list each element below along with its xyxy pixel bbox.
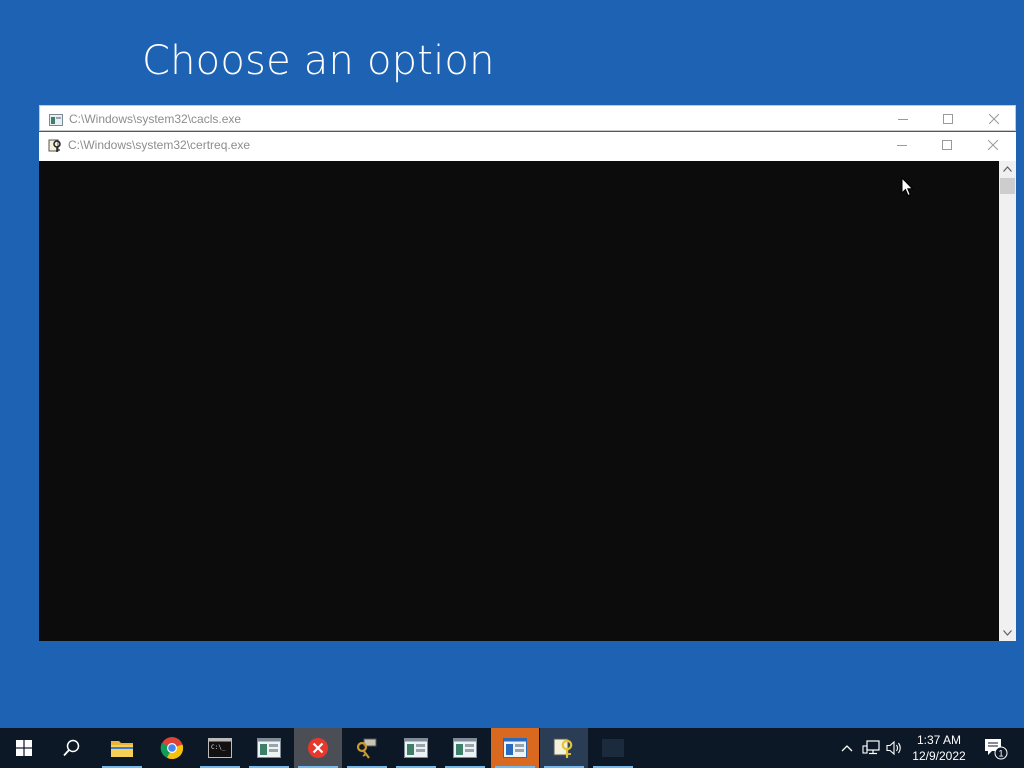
- console-window-icon: [453, 738, 477, 758]
- taskbar-blank-window[interactable]: [589, 728, 637, 768]
- taskbar-key-tool[interactable]: [343, 728, 391, 768]
- maximize-button[interactable]: [925, 106, 971, 132]
- start-button[interactable]: [0, 728, 48, 768]
- scroll-down-arrow-icon[interactable]: [999, 625, 1016, 641]
- console-window-icon: [257, 738, 281, 758]
- cacls-window[interactable]: C:\Windows\system32\cacls.exe: [39, 105, 1016, 131]
- certreq-titlebar[interactable]: C:\Windows\system32\certreq.exe: [39, 132, 1016, 158]
- blank-window-icon: [602, 739, 624, 757]
- vertical-scrollbar[interactable]: [999, 161, 1016, 641]
- scroll-up-arrow-icon[interactable]: [999, 161, 1016, 177]
- cacls-titlebar[interactable]: C:\Windows\system32\cacls.exe: [40, 106, 1015, 132]
- speaker-icon: [886, 740, 901, 756]
- minimize-button[interactable]: [880, 106, 926, 132]
- taskbar-error-app[interactable]: [294, 728, 342, 768]
- certreq-window[interactable]: C:\Windows\system32\certreq.exe: [39, 132, 1016, 641]
- scrollbar-thumb[interactable]: [1000, 178, 1015, 194]
- search-button[interactable]: [48, 728, 96, 768]
- console-window-icon: [49, 112, 63, 126]
- close-button[interactable]: [970, 132, 1016, 158]
- cacls-title: C:\Windows\system32\cacls.exe: [69, 112, 242, 126]
- network-icon: [862, 740, 880, 755]
- search-icon: [63, 739, 80, 757]
- start-icon: [16, 740, 32, 756]
- maximize-button[interactable]: [924, 132, 970, 158]
- volume-tray-button[interactable]: [884, 728, 906, 768]
- clock-time: 1:37 AM: [916, 733, 962, 747]
- taskbar-console-window-flashing[interactable]: [491, 728, 539, 768]
- taskbar-file-explorer[interactable]: [98, 728, 146, 768]
- taskbar: C:\_ 1:37 AM 12/9/2022 1: [0, 728, 1024, 768]
- system-clock[interactable]: 1:37 AM 12/9/2022: [908, 732, 970, 764]
- network-tray-button[interactable]: [860, 728, 882, 768]
- taskbar-console-window-3[interactable]: [441, 728, 489, 768]
- console-window-icon: [503, 738, 527, 758]
- close-button[interactable]: [971, 106, 1017, 132]
- chevron-up-icon: [841, 745, 853, 752]
- file-explorer-icon: [111, 741, 133, 757]
- console-window-icon: [404, 738, 428, 758]
- cert-key-icon: [553, 738, 573, 758]
- taskbar-command-prompt[interactable]: C:\_: [196, 728, 244, 768]
- taskbar-console-window-2[interactable]: [392, 728, 440, 768]
- action-center-button[interactable]: 1: [980, 728, 1010, 768]
- certreq-title: C:\Windows\system32\certreq.exe: [68, 138, 251, 152]
- page-heading: Choose an option: [142, 38, 495, 84]
- cmd-icon: C:\_: [208, 738, 232, 758]
- key-tool-icon: [356, 738, 377, 759]
- console-output-area[interactable]: [39, 161, 999, 641]
- error-x-icon: [308, 738, 328, 758]
- chrome-icon: [160, 737, 184, 760]
- taskbar-console-window[interactable]: [245, 728, 293, 768]
- taskbar-chrome[interactable]: [148, 728, 196, 768]
- svg-text:C:\_: C:\_: [211, 744, 226, 751]
- minimize-button[interactable]: [879, 132, 925, 158]
- clock-date: 12/9/2022: [912, 749, 966, 763]
- cert-key-icon: [48, 138, 62, 152]
- taskbar-certreq[interactable]: [540, 728, 588, 768]
- mouse-pointer-icon: [901, 176, 914, 201]
- notification-icon: 1: [985, 739, 1008, 760]
- notification-count: 1: [998, 749, 1003, 759]
- show-hidden-icons-button[interactable]: [838, 728, 856, 768]
